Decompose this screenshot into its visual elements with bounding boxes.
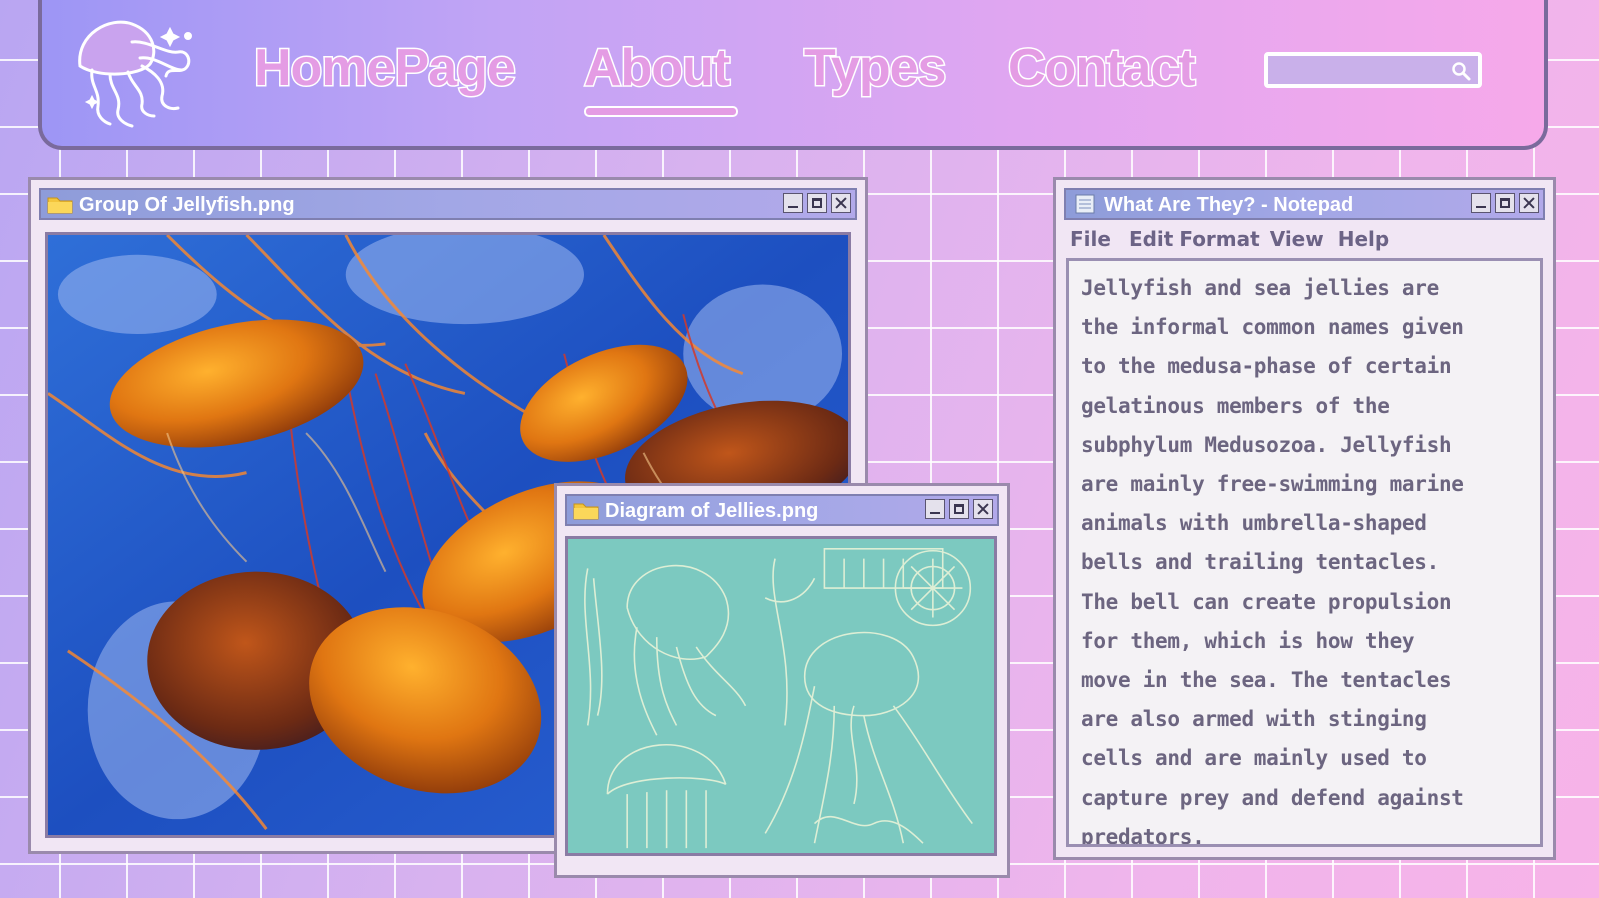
top-nav-bar: HomePage About Types Contact (38, 0, 1548, 150)
window-controls (783, 193, 851, 215)
folder-icon (573, 503, 599, 520)
jelly-diagram-image (565, 536, 997, 856)
menu-edit[interactable]: Edit (1129, 224, 1173, 254)
window-controls (925, 499, 993, 521)
jellyfish-logo-icon[interactable] (70, 12, 206, 132)
maximize-button[interactable] (807, 193, 827, 213)
close-button[interactable] (831, 193, 851, 213)
menu-bar: File Edit Format View Help (1070, 224, 1389, 254)
search-input[interactable] (1274, 60, 1448, 84)
close-button[interactable] (1519, 193, 1539, 213)
close-button[interactable] (973, 499, 993, 519)
maximize-button[interactable] (1495, 193, 1515, 213)
nav-link-about[interactable]: About (582, 36, 731, 100)
titlebar[interactable]: What Are They? - Notepad (1064, 188, 1545, 220)
minimize-button[interactable] (783, 193, 803, 213)
nav-link-homepage[interactable]: HomePage (253, 36, 518, 100)
notepad-icon (1075, 194, 1095, 214)
minimize-button[interactable] (1471, 193, 1491, 213)
minimize-button[interactable] (925, 499, 945, 519)
menu-help[interactable]: Help (1338, 224, 1389, 254)
menu-view[interactable]: View (1270, 224, 1324, 254)
window-controls (1471, 193, 1539, 215)
window-title: What Are They? - Notepad (1104, 194, 1354, 216)
nav-link-contact[interactable]: Contact (1007, 36, 1198, 100)
search-box[interactable] (1264, 52, 1482, 88)
titlebar[interactable]: Diagram of Jellies.png (565, 494, 999, 526)
titlebar[interactable]: Group Of Jellyfish.png (39, 188, 857, 220)
maximize-button[interactable] (949, 499, 969, 519)
window-title: Group Of Jellyfish.png (79, 194, 295, 216)
active-link-underline (584, 106, 738, 117)
nav-link-types[interactable]: Types (802, 36, 947, 100)
search-icon[interactable] (1450, 60, 1472, 82)
notepad-window: What Are They? - Notepad File Edit Forma… (1053, 177, 1556, 860)
notepad-text-area[interactable]: Jellyfish and sea jellies are the inform… (1066, 258, 1543, 847)
menu-format[interactable]: Format (1179, 224, 1259, 254)
window-title: Diagram of Jellies.png (605, 500, 819, 522)
diagram-viewer-window: Diagram of Jellies.png (554, 483, 1010, 878)
menu-file[interactable]: File (1070, 224, 1111, 254)
folder-icon (47, 197, 73, 214)
